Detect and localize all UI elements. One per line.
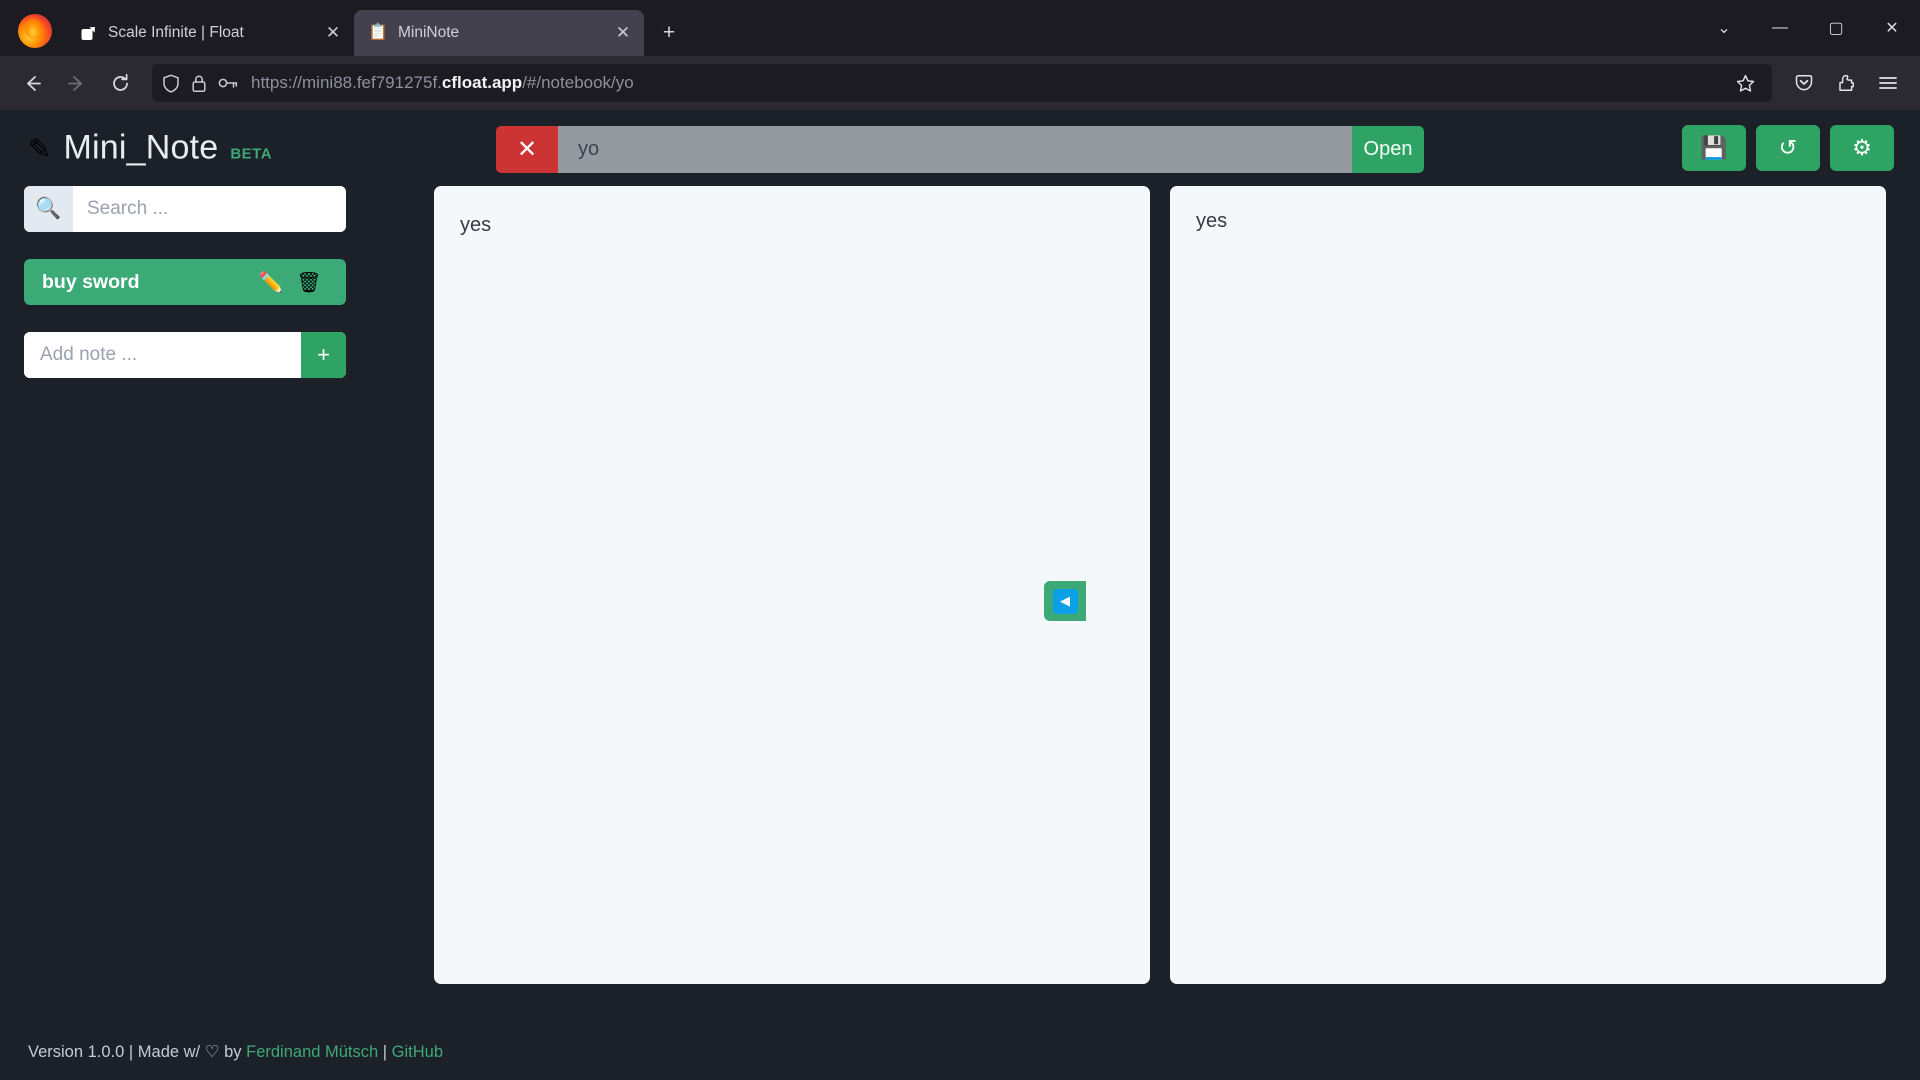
- header-actions: 💾 ↺ ⚙: [1682, 125, 1894, 171]
- markdown-editor[interactable]: yes: [434, 186, 1150, 984]
- footer-by: by: [219, 1043, 247, 1061]
- add-note-button[interactable]: +: [301, 332, 346, 378]
- tab-title: Scale Infinite | Float: [108, 24, 244, 41]
- app-body: 🔍 buy sword ✏️ 🗑 + yes ◀ yes: [0, 186, 1920, 1006]
- notebook-name-input[interactable]: yo: [558, 126, 1352, 173]
- reload-icon[interactable]: [100, 63, 140, 103]
- list-all-tabs-icon[interactable]: ⌄: [1696, 0, 1752, 56]
- toolbar-right-actions: [1784, 63, 1908, 103]
- app-header: ✎ Mini_Note BETA ✕ yo Open 💾 ↺ ⚙: [0, 110, 1920, 186]
- maximize-button[interactable]: ▢: [1808, 0, 1864, 56]
- navigation-toolbar: https://mini88.fef791275f.cfloat.app/#/n…: [0, 56, 1920, 110]
- arrow-box-icon: [78, 23, 98, 43]
- github-link[interactable]: GitHub: [392, 1043, 443, 1061]
- minimize-button[interactable]: —: [1752, 0, 1808, 56]
- notepad-icon: 📋: [368, 24, 388, 41]
- app-menu-icon[interactable]: [1868, 63, 1908, 103]
- pencil-icon: ✎: [28, 133, 52, 165]
- note-title: buy sword: [42, 270, 140, 293]
- close-window-button[interactable]: ✕: [1864, 0, 1920, 56]
- browser-chrome: Scale Infinite | Float ✕ 📋 MiniNote ✕ + …: [0, 0, 1920, 110]
- markdown-preview: yes: [1170, 186, 1886, 984]
- tab-mininote[interactable]: 📋 MiniNote ✕: [354, 10, 644, 56]
- tab-close-icon[interactable]: ✕: [610, 20, 636, 46]
- new-tab-button[interactable]: +: [652, 16, 686, 50]
- url-bar[interactable]: https://mini88.fef791275f.cfloat.app/#/n…: [152, 64, 1772, 102]
- bookmark-star-icon[interactable]: [1726, 66, 1764, 100]
- chevron-left-icon[interactable]: ◀: [1052, 588, 1078, 614]
- pocket-icon[interactable]: [1784, 63, 1824, 103]
- app-title: Mini_Note: [63, 128, 219, 167]
- clear-notebook-button[interactable]: ✕: [496, 126, 558, 173]
- key-icon[interactable]: [218, 76, 238, 90]
- shield-icon[interactable]: [162, 74, 180, 93]
- add-note-box: +: [24, 332, 346, 378]
- url-domain: cfloat.app: [441, 73, 523, 92]
- window-controls: ⌄ — ▢ ✕: [1696, 0, 1920, 56]
- app-brand: ✎ Mini_Note BETA: [28, 129, 272, 168]
- author-link[interactable]: Ferdinand Mütsch: [246, 1043, 378, 1061]
- search-icon: 🔍: [24, 186, 73, 232]
- forward-icon[interactable]: [56, 63, 96, 103]
- tab-scale-infinite[interactable]: Scale Infinite | Float ✕: [64, 10, 354, 56]
- footer-version: Version 1.0.0 | Made w/: [28, 1043, 205, 1061]
- mininote-app: ✎ Mini_Note BETA ✕ yo Open 💾 ↺ ⚙ 🔍 buy s…: [0, 110, 1920, 1080]
- beta-badge: BETA: [230, 145, 273, 163]
- firefox-logo-icon: [18, 14, 52, 48]
- notebook-open-bar: ✕ yo Open: [496, 126, 1424, 173]
- footer-separator: |: [378, 1043, 392, 1061]
- settings-button[interactable]: ⚙: [1830, 125, 1894, 171]
- editor-area: yes ◀ yes: [346, 186, 1896, 1006]
- url-prefix: https://mini88.fef791275f.: [251, 73, 442, 92]
- tab-title: MiniNote: [398, 24, 460, 41]
- heart-icon: ♡: [204, 1043, 220, 1061]
- tab-close-icon[interactable]: ✕: [320, 20, 346, 46]
- footer: Version 1.0.0 | Made w/ ♡ by Ferdinand M…: [28, 1042, 443, 1062]
- delete-note-icon[interactable]: 🗑: [290, 270, 328, 295]
- edit-note-icon[interactable]: ✏️: [252, 270, 290, 295]
- sidebar: 🔍 buy sword ✏️ 🗑 +: [24, 186, 346, 1006]
- add-note-input[interactable]: [24, 332, 301, 378]
- reload-button[interactable]: ↺: [1756, 125, 1820, 171]
- collapse-preview-handle[interactable]: ◀: [1044, 581, 1086, 621]
- back-icon[interactable]: [12, 63, 52, 103]
- open-notebook-button[interactable]: Open: [1352, 126, 1424, 173]
- extensions-icon[interactable]: [1826, 63, 1866, 103]
- save-button[interactable]: 💾: [1682, 125, 1746, 171]
- tab-strip: Scale Infinite | Float ✕ 📋 MiniNote ✕ + …: [0, 0, 1920, 56]
- search-input[interactable]: [73, 186, 346, 232]
- list-item[interactable]: buy sword ✏️ 🗑: [24, 259, 346, 305]
- url-suffix: /#/notebook/yo: [522, 73, 634, 92]
- lock-icon[interactable]: [191, 74, 207, 93]
- search-box: 🔍: [24, 186, 346, 232]
- url-text: https://mini88.fef791275f.cfloat.app/#/n…: [249, 73, 1715, 93]
